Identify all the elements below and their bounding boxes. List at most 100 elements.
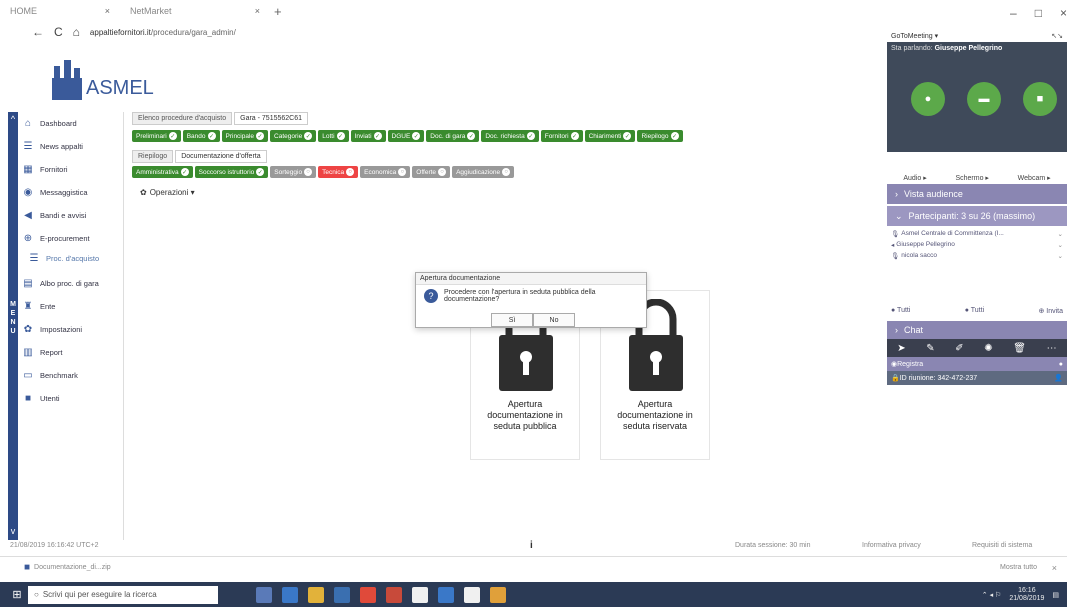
sidebar-item-impostazioni[interactable]: ✿ Impostazioni [22, 318, 122, 341]
windows-start-icon[interactable]: ⊞ [6, 584, 28, 606]
operations-menu[interactable]: ✿ Operazioni ▾ [140, 188, 195, 197]
privacy-link[interactable]: Informativa privacy [862, 542, 921, 549]
tab-fornitori[interactable]: Fornitori ✓ [540, 130, 583, 142]
pen-icon[interactable]: ✎ [926, 343, 934, 354]
tray-icons[interactable]: ⌃ ◂ ⚐ [982, 591, 1002, 599]
sidebar-item-fornitori[interactable]: ▦ Fornitori [22, 158, 122, 181]
tab-categorie[interactable]: Categorie ✓ [270, 130, 317, 142]
yes-button[interactable]: Sì [491, 313, 533, 327]
sidebar-item-news[interactable]: ☰ News appalti [22, 135, 122, 158]
tab-preliminari[interactable]: Preliminari ✓ [132, 130, 181, 142]
pointer-icon[interactable]: ➤ [897, 343, 905, 354]
clock[interactable]: 16:16 21/08/2019 [1009, 587, 1044, 603]
no-button[interactable]: No [533, 313, 575, 327]
menu-toggle[interactable]: MENU [8, 300, 18, 336]
explorer-icon[interactable] [308, 586, 324, 603]
tab-lotti[interactable]: Lotti ✓ [318, 130, 349, 142]
tab-offerte[interactable]: Offerte ○ [412, 166, 451, 178]
person-add-icon[interactable]: 👤 [1054, 374, 1063, 382]
address-bar[interactable]: ← C ⌂ appaltiefornitori.it/procedura/gar… [0, 22, 880, 42]
webcam-icon[interactable]: ■ [1023, 82, 1057, 116]
sidebar-item-albo[interactable]: ▤ Albo proc. di gara [22, 272, 122, 295]
scroll-down-icon[interactable]: v [8, 526, 18, 536]
tab-doc-richiesta[interactable]: Doc. richiesta ✓ [481, 130, 539, 142]
home-icon[interactable]: ⌂ [73, 25, 80, 39]
tab-dgue[interactable]: DGUE ✓ [387, 130, 425, 142]
url-text[interactable]: appaltiefornitori.it/procedura/gara_admi… [90, 28, 236, 37]
mute-all-button[interactable]: ● Tutti [891, 307, 910, 315]
close-tab-icon[interactable]: × [255, 6, 260, 16]
taskbar-search[interactable]: ○ Scrivi qui per eseguire la ricerca [28, 585, 218, 604]
back-icon[interactable]: ← [32, 25, 44, 39]
d-app-icon[interactable] [412, 586, 428, 603]
browser-tab-netmarket[interactable]: NetMarket × [120, 1, 270, 21]
highlighter-icon[interactable]: ✐ [955, 343, 963, 354]
sidebar-item-proc-acquisto[interactable]: ☰ Proc. d'acquisto [22, 250, 122, 266]
reload-icon[interactable]: C [54, 25, 63, 39]
sidebar-item-benchmark[interactable]: ▭ Benchmark [22, 364, 122, 387]
tab-chiarimenti[interactable]: Chiarimenti ✓ [584, 130, 636, 142]
tab-soccorso[interactable]: Soccorso istruttorio ✓ [194, 166, 269, 178]
minimize-icon[interactable]: – [1010, 6, 1017, 20]
record-bar[interactable]: ◉ Registra ● [887, 357, 1067, 371]
taskview-icon[interactable] [256, 586, 272, 603]
tab-bando[interactable]: Bando ✓ [182, 130, 220, 142]
subtab-documentazione[interactable]: Documentazione d'offerta [175, 150, 267, 163]
audience-view-toggle[interactable]: › Vista audience [887, 184, 1067, 204]
sidebar-item-eprocurement[interactable]: ⊕ E-procurement [22, 227, 122, 250]
subtab-riepilogo[interactable]: Riepilogo [132, 150, 174, 163]
app-icon[interactable] [438, 586, 454, 603]
info-icon[interactable]: ● [1059, 361, 1063, 368]
close-tab-icon[interactable]: × [105, 6, 110, 16]
sidebar-item-messaggistica[interactable]: ◉ Messaggistica [22, 181, 122, 204]
new-tab-icon[interactable]: + [274, 4, 282, 19]
tab-tecnica[interactable]: Tecnica ○ [318, 166, 359, 178]
app-icon[interactable] [386, 586, 402, 603]
sidebar-item-report[interactable]: ▥ Report [22, 341, 122, 364]
more-icon[interactable]: ⋯ [1047, 343, 1057, 354]
participant-row[interactable]: 🎙 nicola sacco ⌄ [891, 250, 1063, 261]
participant-row[interactable]: 🎙 Asmel Centrale di Committenza (I... ⌄ [891, 228, 1063, 239]
gotomeeting-icon[interactable] [490, 586, 506, 603]
tab-principale[interactable]: Principale ✓ [221, 130, 269, 142]
spotlight-icon[interactable]: ✺ [984, 343, 992, 354]
sidebar-item-ente[interactable]: ♜ Ente [22, 295, 122, 318]
tab-economica[interactable]: Economica ○ [360, 166, 411, 178]
close-window-icon[interactable]: × [1060, 6, 1067, 20]
screen-menu[interactable]: Schermo ▸ [955, 174, 988, 182]
tab-riepilogo[interactable]: Riepilogo ✓ [637, 130, 683, 142]
participant-row[interactable]: ◂ Giuseppe Pellegrino ⌄ [891, 239, 1063, 250]
maximize-icon[interactable]: □ [1035, 6, 1042, 20]
tab-sorteggio[interactable]: Sorteggio ○ [270, 166, 317, 178]
requirements-link[interactable]: Requisiti di sistema [972, 542, 1032, 549]
tab-doc-gara[interactable]: Doc. di gara ✓ [426, 130, 480, 142]
breadcrumb-gara[interactable]: Gara - 7515562C61 [234, 112, 309, 125]
gtm-menu[interactable]: GoToMeeting ▾ [891, 32, 938, 40]
info-icon[interactable]: i [530, 540, 533, 551]
download-item[interactable]: ■ Documentazione_di...zip [24, 562, 111, 573]
tab-amministrativa[interactable]: Amministrativa ✓ [132, 166, 193, 178]
chat-toggle[interactable]: › Chat [887, 321, 1067, 339]
screen-share-icon[interactable]: ▬ [967, 82, 1001, 116]
chrome-icon[interactable] [360, 586, 376, 603]
participants-toggle[interactable]: ⌄ Partecipanti: 3 su 26 (massimo) [887, 206, 1067, 226]
tab-inviati[interactable]: Inviati ✓ [350, 130, 386, 142]
invite-button[interactable]: ⊕ Invita [1038, 307, 1063, 315]
trash-icon[interactable]: 🗑 [1013, 343, 1026, 354]
webcam-menu[interactable]: Webcam ▸ [1018, 174, 1051, 182]
scroll-up-icon[interactable]: ^ [8, 114, 18, 124]
notifications-icon[interactable]: ▤ [1052, 591, 1059, 599]
microphone-icon[interactable]: ● [911, 82, 945, 116]
show-all-link[interactable]: Mostra tutto [1000, 564, 1037, 571]
audio-menu[interactable]: Audio ▸ [903, 174, 926, 182]
app-icon[interactable] [464, 586, 480, 603]
tab-aggiudicazione[interactable]: Aggiudicazione ○ [452, 166, 515, 178]
store-icon[interactable] [334, 586, 350, 603]
edge-icon[interactable] [282, 586, 298, 603]
sidebar-item-bandi[interactable]: ◀ Bandi e avvisi [22, 204, 122, 227]
sidebar-item-utenti[interactable]: ■ Utenti [22, 387, 122, 410]
breadcrumb-procedures[interactable]: Elenco procedure d'acquisto [132, 112, 233, 125]
close-downloads-icon[interactable]: × [1052, 563, 1057, 573]
sidebar-item-dashboard[interactable]: ⌂ Dashboard [22, 112, 122, 135]
browser-tab-home[interactable]: HOME × [0, 1, 120, 21]
